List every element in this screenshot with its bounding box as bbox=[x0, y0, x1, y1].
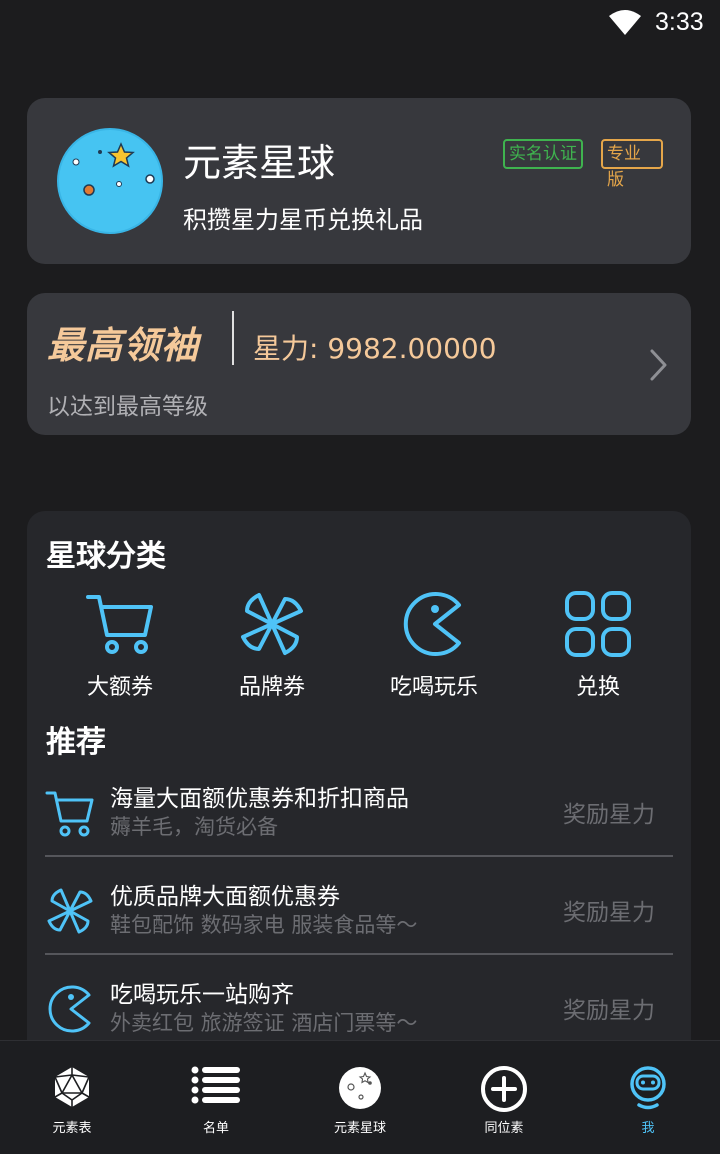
profile-card[interactable]: 元素星球 实名认证 专业版 积攒星力星币兑换礼品 bbox=[27, 98, 691, 264]
profile-subtitle: 积攒星力星币兑换礼品 bbox=[183, 206, 423, 234]
cart-icon bbox=[45, 791, 94, 837]
bottom-nav: 元素表 名单 元素星球 同位素 我 bbox=[0, 1040, 720, 1154]
nav-label: 我 bbox=[641, 1121, 655, 1136]
verified-badge: 实名认证 bbox=[503, 139, 583, 169]
robot-icon bbox=[576, 1065, 720, 1115]
pacman-icon bbox=[359, 589, 509, 659]
pinwheel-icon bbox=[47, 888, 93, 934]
categories-title: 星球分类 bbox=[46, 539, 166, 574]
status-time: 3:33 bbox=[655, 8, 704, 36]
nav-label: 名单 bbox=[202, 1121, 229, 1136]
recommend-item[interactable]: 优质品牌大面额优惠券 鞋包配饰 数码家电 服装食品等～ 奖励星力 bbox=[45, 875, 673, 973]
recommend-title-text: 海量大面额优惠券和折扣商品 bbox=[110, 786, 409, 812]
divider bbox=[45, 953, 673, 955]
cart-icon bbox=[45, 589, 195, 659]
reward-label: 奖励星力 bbox=[563, 802, 655, 828]
profile-name: 元素星球 bbox=[183, 141, 336, 185]
pacman-icon bbox=[48, 985, 91, 1033]
category-food-fun[interactable]: 吃喝玩乐 bbox=[359, 589, 509, 700]
nav-label: 元素表 bbox=[52, 1121, 92, 1136]
reward-label: 奖励星力 bbox=[563, 998, 655, 1024]
pro-badge: 专业版 bbox=[601, 139, 663, 190]
nav-item-isotope[interactable]: 同位素 bbox=[432, 1041, 576, 1154]
star-power-value: 星力: 9982.00000 bbox=[253, 332, 497, 365]
nav-item-periodic-table[interactable]: 元素表 bbox=[0, 1041, 144, 1154]
category-brand-coupon[interactable]: 品牌券 bbox=[197, 589, 347, 700]
moon-icon bbox=[288, 1065, 432, 1115]
recommend-title: 推荐 bbox=[46, 725, 106, 760]
recommend-title-text: 吃喝玩乐一站购齐 bbox=[110, 982, 294, 1008]
pinwheel-icon bbox=[197, 589, 347, 659]
recommend-subtitle: 外卖红包 旅游签证 酒店门票等～ bbox=[110, 1011, 418, 1035]
d20-icon bbox=[0, 1065, 144, 1115]
category-label: 大额券 bbox=[86, 675, 153, 700]
category-label: 品牌券 bbox=[238, 675, 305, 700]
wifi-icon bbox=[609, 10, 641, 35]
recommend-item[interactable]: 海量大面额优惠券和折扣商品 薅羊毛，淘货必备 奖励星力 bbox=[45, 777, 673, 875]
nav-label: 元素星球 bbox=[333, 1121, 386, 1136]
level-name: 最高领袖 bbox=[47, 324, 199, 367]
recommend-subtitle: 薅羊毛，淘货必备 bbox=[110, 815, 278, 839]
recommend-subtitle: 鞋包配饰 数码家电 服装食品等～ bbox=[110, 913, 418, 937]
category-label: 兑换 bbox=[575, 675, 620, 700]
nav-item-list[interactable]: 名单 bbox=[144, 1041, 288, 1154]
planet-avatar-icon bbox=[57, 128, 163, 234]
chevron-right-icon[interactable] bbox=[648, 348, 670, 382]
nav-item-me[interactable]: 我 bbox=[576, 1041, 720, 1154]
grid-icon bbox=[523, 589, 673, 659]
plus-circle-icon bbox=[432, 1065, 576, 1115]
level-description: 以达到最高等级 bbox=[47, 394, 208, 420]
category-exchange[interactable]: 兑换 bbox=[523, 589, 673, 700]
list-icon bbox=[144, 1065, 288, 1115]
nav-item-element-planet[interactable]: 元素星球 bbox=[288, 1041, 432, 1154]
level-card[interactable]: 最高领袖 星力: 9982.00000 以达到最高等级 bbox=[27, 293, 691, 435]
reward-label: 奖励星力 bbox=[563, 900, 655, 926]
level-divider bbox=[232, 311, 234, 365]
main-card: 星球分类 大额券 品牌券 吃喝玩乐 兑换 推荐 海量大面额优惠券和折扣商品 薅羊… bbox=[27, 511, 691, 1071]
category-large-coupon[interactable]: 大额券 bbox=[45, 589, 195, 700]
divider bbox=[45, 855, 673, 857]
recommend-title-text: 优质品牌大面额优惠券 bbox=[110, 884, 340, 910]
status-bar: 3:33 bbox=[0, 0, 720, 48]
category-label: 吃喝玩乐 bbox=[389, 675, 478, 700]
nav-label: 同位素 bbox=[484, 1121, 524, 1136]
